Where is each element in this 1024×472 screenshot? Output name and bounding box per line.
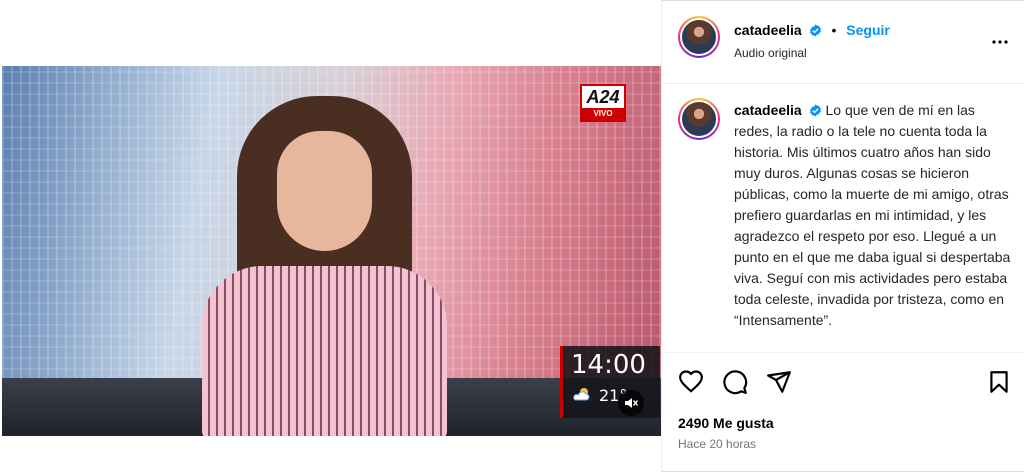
bookmark-icon[interactable] [986,369,1012,395]
verified-badge-icon [809,24,821,37]
follow-button[interactable]: Seguir [846,22,890,38]
channel-logo: A24 VIVO [580,84,626,122]
audio-original-link[interactable]: Audio original [734,46,807,60]
caption-body: Lo que ven de mí en las redes, la radio … [734,102,1011,328]
comment-icon[interactable] [722,369,748,395]
video-player[interactable]: A24 VIVO 14:00 21° [2,66,661,436]
separator-dot: • [831,22,837,38]
heart-icon[interactable] [678,369,704,395]
media-pane: A24 VIVO 14:00 21° [0,0,662,472]
live-label: VIVO [582,108,624,120]
header-user-line: catadeelia • Seguir [734,22,890,38]
post-header: catadeelia • Seguir Audio original [662,0,1024,84]
post-timestamp[interactable]: Hace 20 horas [678,437,756,451]
presenter [197,96,452,436]
action-bar: 2490 Me gusta Hace 20 horas [662,352,1024,472]
avatar[interactable] [678,16,720,58]
channel-logo-text: A24 [586,87,620,107]
clock-time: 14:00 [571,350,646,380]
clock-overlay: 14:00 21° [560,346,660,418]
verified-badge-icon [809,104,821,117]
header-username[interactable]: catadeelia [734,22,802,38]
caption-text: catadeelia Lo que ven de mí en las redes… [734,100,1016,331]
post-side-panel: catadeelia • Seguir Audio original catad… [662,0,1024,472]
muted-speaker-icon[interactable] [618,390,644,416]
caption-username[interactable]: catadeelia [734,102,802,118]
partly-cloudy-icon [573,388,590,401]
more-options-icon[interactable] [988,30,1012,54]
caption-avatar[interactable] [678,98,720,140]
likes-count[interactable]: 2490 Me gusta [678,415,774,431]
share-icon[interactable] [766,369,792,395]
